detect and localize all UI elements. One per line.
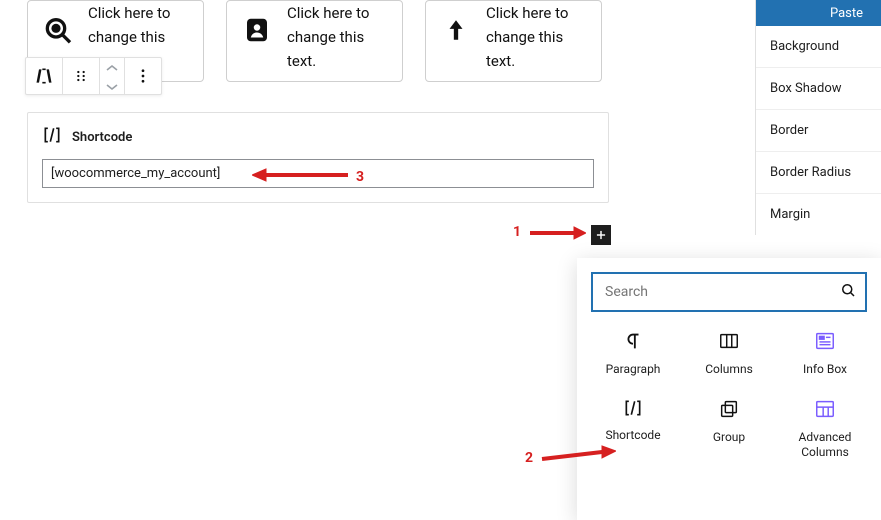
card-text[interactable]: Click here to change this <box>88 1 191 49</box>
more-options-button[interactable] <box>125 58 161 94</box>
inserter-label: Info Box <box>803 362 847 376</box>
sidebar-item-box-shadow[interactable]: Box Shadow <box>756 68 881 110</box>
inserter-label: Advanced Columns <box>777 430 873 459</box>
annotation-number-3: 3 <box>356 169 364 185</box>
feature-card[interactable]: Click here to change this text. <box>425 0 602 82</box>
sidebar-item-background[interactable]: Background <box>756 26 881 68</box>
card-text[interactable]: Click here to change this text. <box>287 1 390 73</box>
annotation-arrow-1 <box>528 226 586 240</box>
block-toolbar <box>25 57 162 95</box>
inserter-label: Paragraph <box>606 362 661 376</box>
move-down-button[interactable] <box>106 76 118 95</box>
inserter-block-info-box[interactable]: Info Box <box>777 330 873 376</box>
move-up-button[interactable] <box>106 57 118 76</box>
settings-sidebar: Paste Background Box Shadow Border Borde… <box>756 0 881 235</box>
paste-button[interactable]: Paste <box>756 0 881 26</box>
sidebar-item-margin[interactable]: Margin <box>756 194 881 235</box>
feature-card[interactable]: Click here to change this text. <box>226 0 403 82</box>
add-block-button[interactable] <box>591 225 611 245</box>
annotation-arrow-2 <box>540 444 616 466</box>
shortcode-label: Shortcode <box>72 130 132 145</box>
annotation-arrow-3 <box>252 168 350 182</box>
shortcode-block[interactable]: Shortcode <box>27 112 609 203</box>
annotation-number-1: 1 <box>513 224 521 240</box>
contact-icon <box>239 15 275 45</box>
shortcode-icon <box>42 125 62 149</box>
drag-handle[interactable] <box>63 58 100 94</box>
inserter-block-columns[interactable]: Columns <box>681 330 777 376</box>
annotation-number-2: 2 <box>525 450 533 466</box>
inserter-block-advanced-columns[interactable]: Advanced Columns <box>777 398 873 459</box>
block-inserter: Paragraph Columns Info Box Shortcode Gro… <box>577 258 881 520</box>
location-pin-icon <box>40 15 76 47</box>
inserter-block-paragraph[interactable]: Paragraph <box>585 330 681 376</box>
block-type-button[interactable] <box>26 58 63 94</box>
inserter-label: Shortcode <box>605 428 660 442</box>
search-icon <box>839 281 857 303</box>
arrow-up-icon <box>438 15 474 45</box>
card-text[interactable]: Click here to change this text. <box>486 1 589 73</box>
inserter-search-input[interactable] <box>591 272 867 312</box>
inserter-block-group[interactable]: Group <box>681 398 777 459</box>
inserter-label: Columns <box>705 362 753 376</box>
sidebar-item-border-radius[interactable]: Border Radius <box>756 152 881 194</box>
inserter-label: Group <box>713 430 745 444</box>
sidebar-item-border[interactable]: Border <box>756 110 881 152</box>
